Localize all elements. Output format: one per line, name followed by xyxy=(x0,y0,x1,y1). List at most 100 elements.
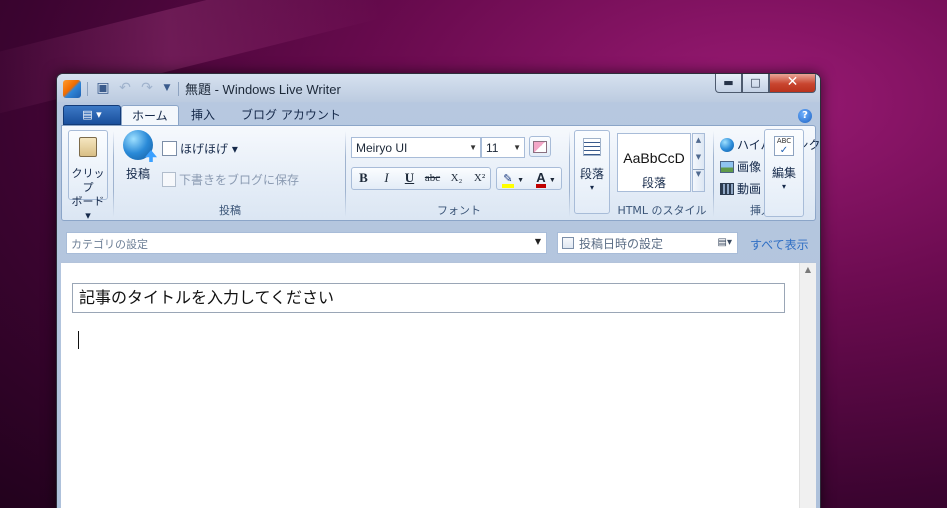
category-bar: カテゴリの設定 ▼ 投稿日時の設定 ▤▾ すべて表示 xyxy=(61,224,816,260)
eraser-icon xyxy=(533,141,547,153)
spellcheck-icon: ABC ✓ xyxy=(774,136,794,156)
post-group-label: 投稿 xyxy=(219,204,241,217)
gallery-expand-icon[interactable]: ▼ xyxy=(693,169,704,178)
gallery-up-icon[interactable]: ▲ xyxy=(693,136,704,144)
tab-blog-account[interactable]: ブログ アカウント xyxy=(231,105,351,126)
hyperlink-globe-icon xyxy=(720,137,734,152)
publish-date-field[interactable]: 投稿日時の設定 ▤▾ xyxy=(557,232,738,254)
chevron-down-icon: ▼ xyxy=(517,176,525,184)
ribbon-tab-row: ▤ ▾ ホーム 挿入 ブログ アカウント ? xyxy=(61,102,816,126)
category-combo[interactable]: カテゴリの設定 ▼ xyxy=(66,232,547,254)
style-sample-text: AaBbCcD xyxy=(623,150,685,166)
undo-icon[interactable]: ↶ xyxy=(116,79,134,97)
paragraph-label: 段落 xyxy=(579,167,604,181)
paragraph-group: 段落 ▾ xyxy=(572,126,612,221)
qat-separator xyxy=(87,82,88,96)
application-menu-button[interactable]: ▤ ▾ xyxy=(63,105,121,125)
qat-separator xyxy=(178,82,179,96)
customize-qat-chevron-down-icon[interactable]: ▼ xyxy=(158,79,176,97)
font-name-combo[interactable]: Meiryo UI ▼ xyxy=(351,137,481,158)
maximize-button[interactable]: □ xyxy=(742,74,769,93)
clipboard-label-line2: ボード ▾ xyxy=(71,195,105,222)
style-name: 段落 xyxy=(641,176,666,190)
chevron-down-icon: ▼ xyxy=(513,143,521,152)
superscript-button[interactable]: X² xyxy=(468,168,491,189)
draft-page-icon xyxy=(162,172,176,187)
font-color-button[interactable]: A ▼ xyxy=(530,168,562,189)
image-icon xyxy=(720,160,734,173)
format-buttons: B I U abc X₂ X² xyxy=(351,167,491,190)
show-all-link[interactable]: すべて表示 xyxy=(750,236,809,253)
html-style-gallery-item[interactable]: AaBbCcD 段落 xyxy=(617,133,691,192)
gallery-down-icon[interactable]: ▼ xyxy=(693,153,704,161)
bold-button[interactable]: B xyxy=(352,168,375,189)
highlight-color-button[interactable]: ✎ ▼ xyxy=(497,168,529,189)
strikethrough-button[interactable]: abc xyxy=(421,168,444,189)
clipboard-label-line1: クリップ xyxy=(71,167,105,194)
chevron-down-icon: ▾ xyxy=(781,182,786,191)
writer-logo-icon[interactable] xyxy=(63,80,81,98)
post-group: 投稿 ほげほげ ▾ 下書きをブログに保存 投稿 xyxy=(116,126,344,221)
editor-scrollbar[interactable]: ▲ xyxy=(799,263,816,508)
edit-label: 編集 xyxy=(771,166,796,180)
tab-home[interactable]: ホーム xyxy=(121,105,179,126)
clipboard-button[interactable]: クリップ ボード ▾ xyxy=(68,130,108,222)
edit-button[interactable]: ABC ✓ 編集 ▾ xyxy=(764,129,804,217)
highlighter-icon: ✎ xyxy=(501,174,514,188)
editor-area[interactable]: 記事のタイトルを入力してください ▲ xyxy=(61,262,816,508)
font-group: Meiryo UI ▼ 11 ▼ B I U abc X₂ X² ✎ ▼ A ▼… xyxy=(348,126,570,221)
minimize-button[interactable]: ▬ xyxy=(715,74,742,93)
group-divider xyxy=(815,131,816,217)
save-draft-button[interactable]: 下書きをブログに保存 xyxy=(162,171,299,188)
window-title: 無題 - Windows Live Writer xyxy=(185,82,341,97)
clipboard-group: クリップ ボード ▾ xyxy=(65,126,111,222)
chevron-down-icon: ▼ xyxy=(469,143,477,152)
color-buttons: ✎ ▼ A ▼ xyxy=(496,167,562,190)
close-button[interactable]: ✕ xyxy=(769,74,816,93)
title-bar: ▣ ↶ ↷ ▼ 無題 - Windows Live Writer ▬ □ ✕ xyxy=(57,74,820,102)
chevron-down-icon: ▾ xyxy=(589,183,594,192)
clipboard-icon xyxy=(79,137,97,157)
window-controls: ▬ □ ✕ xyxy=(715,74,816,94)
group-divider xyxy=(713,131,714,217)
chevron-down-icon: ▼ xyxy=(548,176,556,184)
film-icon xyxy=(720,182,734,195)
text-caret xyxy=(78,331,79,349)
clear-formatting-button[interactable] xyxy=(529,136,551,157)
calendar-icon[interactable]: ▤▾ xyxy=(718,237,732,248)
style-gallery-scroll[interactable]: ▲ ▼ ▼ xyxy=(692,133,705,192)
blog-edit-icon xyxy=(162,141,177,156)
post-title-input[interactable]: 記事のタイトルを入力してください xyxy=(72,283,785,313)
underline-button[interactable]: U xyxy=(398,168,421,189)
blog-selector[interactable]: ほげほげ ▾ xyxy=(162,140,238,157)
paragraph-align-icon xyxy=(583,138,601,156)
help-icon[interactable]: ? xyxy=(798,109,812,123)
scroll-up-icon[interactable]: ▲ xyxy=(800,265,816,274)
group-divider xyxy=(113,131,114,217)
publish-label: 投稿 xyxy=(125,167,150,181)
publish-date-label: 投稿日時の設定 xyxy=(579,236,664,251)
font-name-value: Meiryo UI xyxy=(356,141,408,155)
group-divider xyxy=(569,131,570,217)
italic-button[interactable]: I xyxy=(375,168,398,189)
font-size-combo[interactable]: 11 ▼ xyxy=(481,137,525,158)
paragraph-button[interactable]: 段落 ▾ xyxy=(574,130,610,214)
app-window: ▣ ↶ ↷ ▼ 無題 - Windows Live Writer ▬ □ ✕ ▤… xyxy=(56,73,821,508)
group-divider xyxy=(345,131,346,217)
publish-button[interactable]: 投稿 xyxy=(118,130,158,194)
save-icon[interactable]: ▣ xyxy=(94,79,112,97)
category-placeholder: カテゴリの設定 xyxy=(71,238,148,251)
publish-date-checkbox[interactable] xyxy=(562,237,574,249)
blog-selector-label: ほげほげ ▾ xyxy=(180,142,238,156)
save-draft-label: 下書きをブログに保存 xyxy=(179,173,300,187)
subscript-button[interactable]: X₂ xyxy=(445,168,468,189)
font-size-value: 11 xyxy=(486,141,499,155)
html-style-group-label: HTML のスタイル xyxy=(617,204,707,217)
tab-insert[interactable]: 挿入 xyxy=(181,105,225,126)
font-group-label: フォント xyxy=(437,204,481,217)
redo-icon[interactable]: ↷ xyxy=(138,79,156,97)
ribbon: クリップ ボード ▾ 投稿 ほげほげ ▾ 下書きをブログに保存 投稿 Meiry… xyxy=(61,125,820,222)
globe-icon xyxy=(123,130,157,162)
chevron-down-icon: ▼ xyxy=(534,237,541,246)
font-color-icon: A xyxy=(536,171,546,188)
